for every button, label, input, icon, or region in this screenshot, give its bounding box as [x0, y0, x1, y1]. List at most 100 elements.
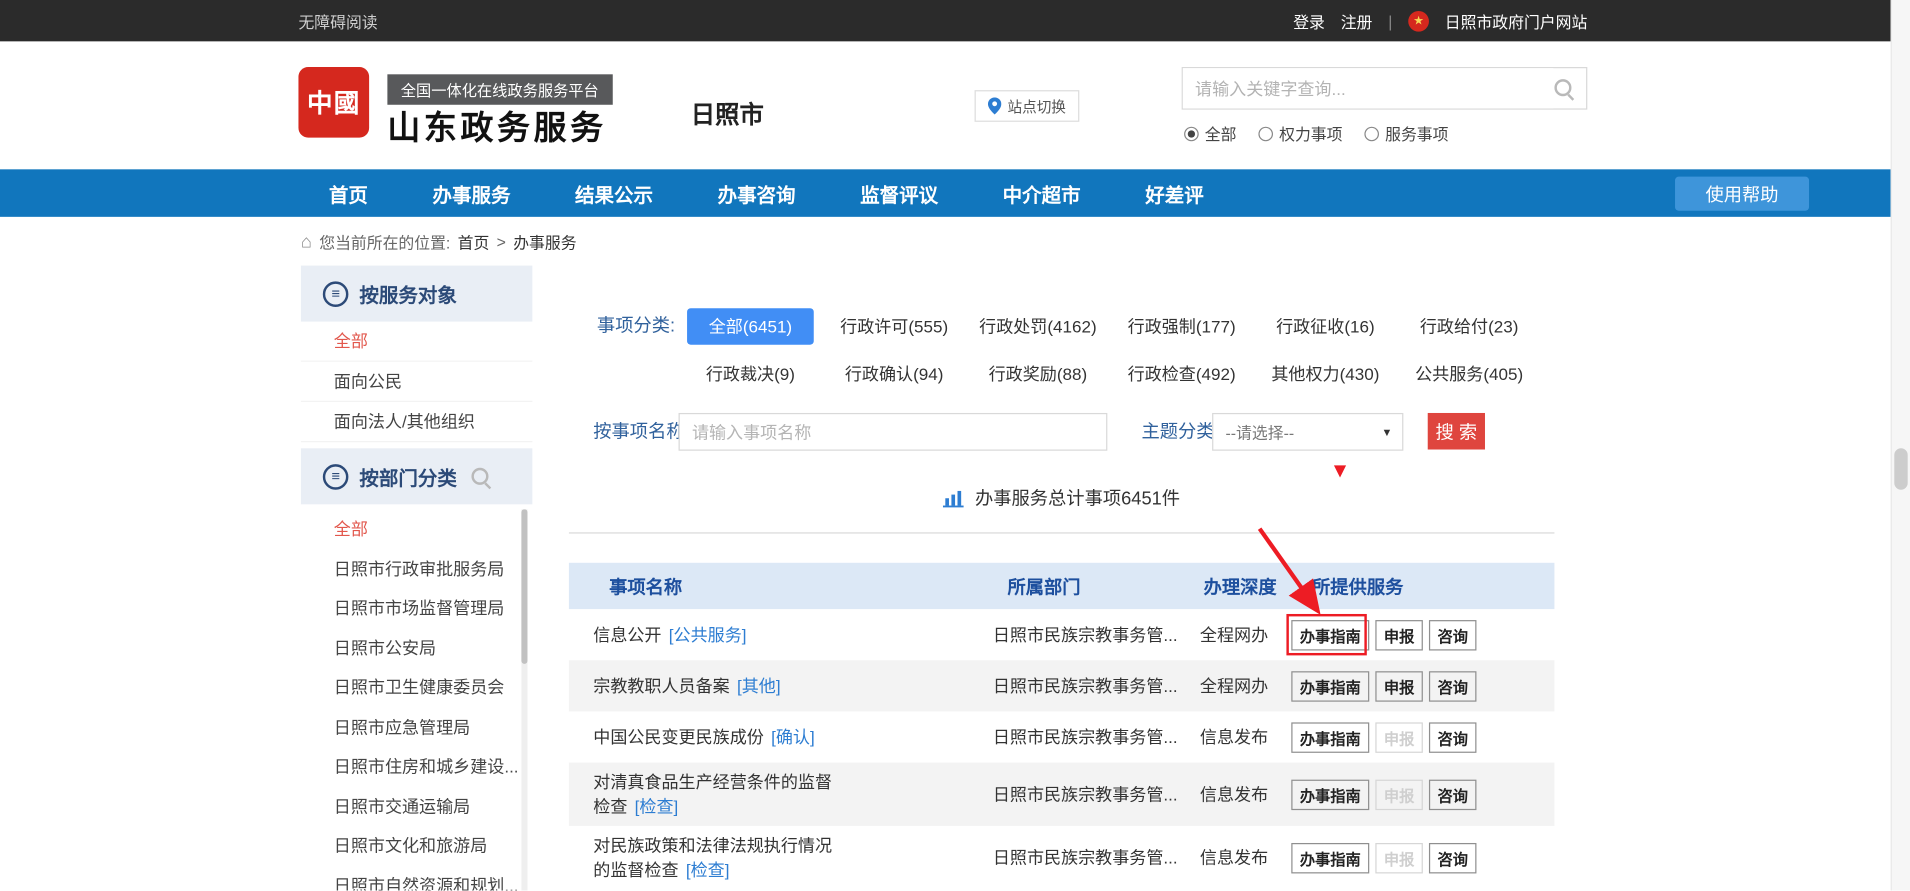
category-option[interactable]: 其他权力(430)	[1254, 356, 1398, 393]
topbar-right: 登录 注册 | ★ 日照市政府门户网站	[1293, 9, 1587, 32]
item-tag-link[interactable]: [确认]	[771, 727, 815, 746]
sidebar-item-all-departments[interactable]: 全部	[301, 509, 532, 549]
breadcrumb-current: 办事服务	[513, 230, 576, 253]
category-option[interactable]: 公共服务(405)	[1397, 356, 1541, 393]
category-option[interactable]: 行政检查(492)	[1110, 356, 1254, 393]
consult-button[interactable]: 咨询	[1429, 619, 1477, 649]
sidebar-item-citizen[interactable]: 面向公民	[301, 362, 532, 402]
item-tag-link[interactable]: [检查]	[686, 860, 730, 879]
search-scope-group: 全部 权力事项 服务事项	[1184, 122, 1448, 145]
item-tag-link[interactable]: [其他]	[737, 676, 781, 695]
table-row: 宗教教职人员备案[其他] 日照市民族宗教事务管... 全程网办 办事指南 申报 …	[569, 660, 1555, 711]
main-panel: 事项分类: 全部(6451) 行政许可(555) 行政处罚(4162) 行政强制…	[569, 266, 1555, 891]
nav-consult[interactable]: 办事咨询	[718, 178, 796, 207]
topic-select-value: --请选择--	[1226, 420, 1295, 443]
item-department: 日照市民族宗教事务管...	[993, 845, 1200, 869]
col-department: 所属部门	[993, 573, 1200, 599]
sidebar-item-department[interactable]: 日照市行政审批服务局	[301, 549, 532, 589]
search-button[interactable]: 搜 索	[1428, 413, 1485, 450]
summary-text: 办事服务总计事项6451件	[975, 485, 1180, 511]
category-option[interactable]: 行政强制(177)	[1110, 308, 1254, 345]
table-row: 对清真食品生产经营条件的监督检查[检查] 日照市民族宗教事务管... 信息发布 …	[569, 763, 1555, 826]
page-scrollbar[interactable]	[1891, 0, 1910, 891]
item-name: 中国公民变更民族成份	[593, 727, 764, 746]
sidebar-item-legal-person[interactable]: 面向法人/其他组织	[301, 402, 532, 442]
login-link[interactable]: 登录	[1293, 9, 1325, 32]
main-nav: 首页 办事服务 结果公示 办事咨询 监督评议 中介超市 好差评 使用帮助	[0, 169, 1891, 217]
apply-button[interactable]: 申报	[1375, 619, 1423, 649]
sidebar-item-department[interactable]: 日照市文化和旅游局	[301, 826, 532, 866]
guide-button[interactable]: 办事指南	[1291, 722, 1369, 752]
category-filter-label: 事项分类:	[597, 308, 675, 345]
sidebar-item-department[interactable]: 日照市应急管理局	[301, 707, 532, 747]
category-option[interactable]: 行政裁决(9)	[679, 356, 823, 393]
category-option[interactable]: 行政许可(555)	[822, 308, 966, 345]
keyword-search-input[interactable]	[1183, 68, 1553, 108]
category-option[interactable]: 行政确认(94)	[822, 356, 966, 393]
consult-button[interactable]: 咨询	[1429, 779, 1477, 809]
nav-results[interactable]: 结果公示	[575, 178, 653, 207]
accessibility-link[interactable]: 无障碍阅读	[298, 9, 377, 32]
chevron-down-icon: ▼	[1382, 426, 1393, 438]
category-option[interactable]: 行政征收(16)	[1254, 308, 1398, 345]
name-filter-label: 按事项名称:	[593, 413, 689, 451]
item-depth: 信息发布	[1200, 845, 1291, 869]
sidebar-item-department[interactable]: 日照市住房和城乡建设...	[301, 747, 532, 787]
chart-icon	[943, 488, 965, 507]
category-option[interactable]: 行政处罚(4162)	[966, 308, 1110, 345]
guide-button[interactable]: 办事指南	[1291, 671, 1369, 701]
register-link[interactable]: 注册	[1341, 9, 1373, 32]
radio-selected-icon	[1184, 126, 1199, 141]
guide-button[interactable]: 办事指南	[1291, 619, 1369, 649]
topic-select[interactable]: --请选择-- ▼	[1212, 413, 1403, 451]
item-tag-link[interactable]: [公共服务]	[669, 625, 747, 644]
nav-supervision[interactable]: 监督评议	[860, 178, 938, 207]
nav-rating[interactable]: 好差评	[1145, 178, 1203, 207]
consult-button[interactable]: 咨询	[1429, 842, 1477, 872]
guide-button[interactable]: 办事指南	[1291, 842, 1369, 872]
nav-home[interactable]: 首页	[329, 178, 368, 207]
category-filter-group: 全部(6451) 行政许可(555) 行政处罚(4162) 行政强制(177) …	[679, 308, 1546, 392]
sidebar-scrollbar-thumb[interactable]	[521, 509, 527, 664]
nav-agency-market[interactable]: 中介超市	[1003, 178, 1081, 207]
item-name: 信息公开	[593, 625, 661, 644]
sidebar-item-department[interactable]: 日照市市场监督管理局	[301, 588, 532, 628]
item-tag-link[interactable]: [检查]	[635, 797, 679, 816]
scope-option-power[interactable]: 权力事项	[1258, 122, 1342, 145]
category-option-all[interactable]: 全部(6451)	[687, 308, 814, 345]
item-depth: 全程网办	[1200, 623, 1291, 647]
sidebar-item-department[interactable]: 日照市卫生健康委员会	[301, 668, 532, 708]
home-icon: ⌂	[301, 232, 312, 250]
nav-services[interactable]: 办事服务	[432, 178, 510, 207]
category-option[interactable]: 行政给付(23)	[1397, 308, 1541, 345]
sidebar-item-all-targets[interactable]: 全部	[301, 322, 532, 362]
search-icon[interactable]	[1553, 77, 1575, 99]
item-department: 日照市民族宗教事务管...	[993, 674, 1200, 698]
breadcrumb-home-link[interactable]: 首页	[458, 230, 490, 253]
sidebar-item-department[interactable]: 日照市自然资源和规划...	[301, 866, 532, 891]
guide-button[interactable]: 办事指南	[1291, 779, 1369, 809]
department-search-icon[interactable]	[470, 467, 492, 489]
help-button[interactable]: 使用帮助	[1675, 177, 1809, 211]
topbar-divider: |	[1388, 12, 1392, 30]
sidebar-item-department[interactable]: 日照市公安局	[301, 628, 532, 668]
col-item-name: 事项名称	[593, 573, 993, 599]
scope-option-all[interactable]: 全部	[1184, 122, 1236, 145]
consult-button[interactable]: 咨询	[1429, 671, 1477, 701]
item-name: 对清真食品生产经营条件的监督检查	[593, 772, 832, 816]
item-name-input[interactable]	[679, 413, 1108, 451]
table-header: 事项名称 所属部门 办理深度 所提供服务	[569, 563, 1555, 609]
consult-button[interactable]: 咨询	[1429, 722, 1477, 752]
item-depth: 全程网办	[1200, 674, 1291, 698]
items-table: 事项名称 所属部门 办理深度 所提供服务 信息公开 [公共服务] 日照市民族宗教事…	[569, 563, 1555, 889]
keyword-search	[1182, 67, 1588, 110]
scope-option-service[interactable]: 服务事项	[1364, 122, 1448, 145]
scope-label: 全部	[1205, 122, 1237, 145]
sidebar-scrollbar[interactable]	[521, 509, 527, 890]
apply-button[interactable]: 申报	[1375, 671, 1423, 701]
sidebar-item-department[interactable]: 日照市交通运输局	[301, 786, 532, 826]
portal-link[interactable]: 日照市政府门户网站	[1445, 9, 1588, 32]
site-switch-button[interactable]: 站点切换	[975, 90, 1080, 122]
page-scrollbar-thumb[interactable]	[1894, 448, 1907, 489]
category-option[interactable]: 行政奖励(88)	[966, 356, 1110, 393]
